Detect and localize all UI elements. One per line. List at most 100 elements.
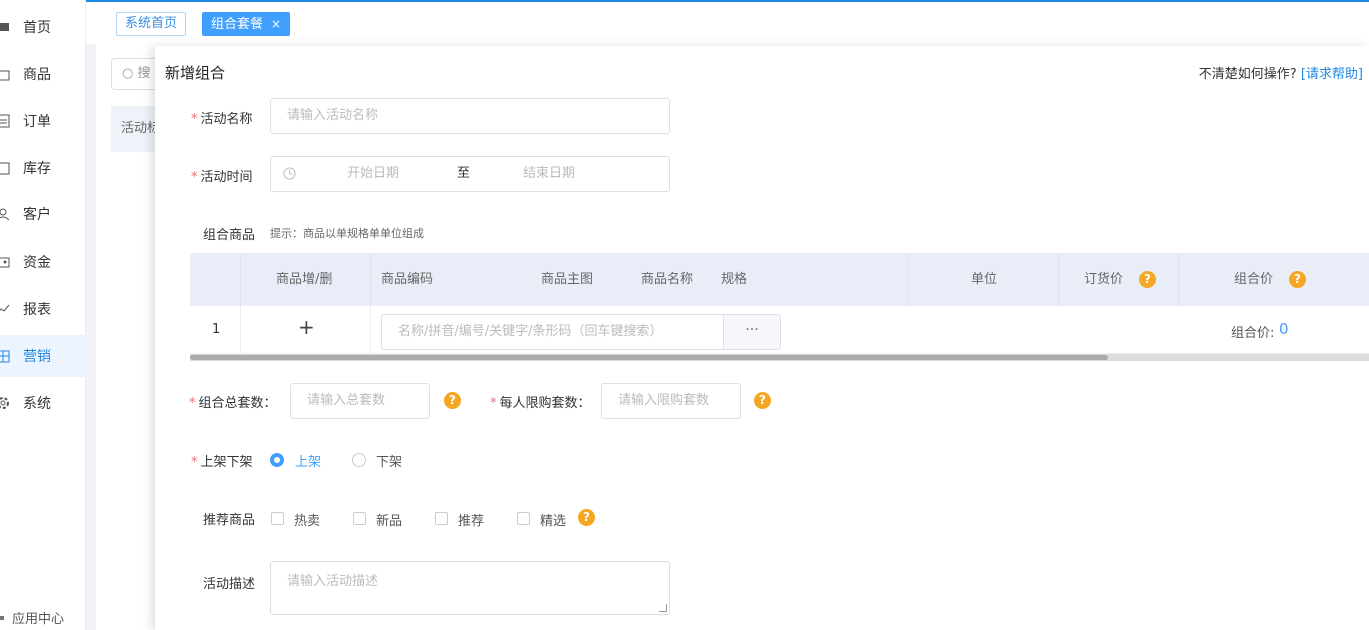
chart-icon xyxy=(0,304,10,312)
header-unit: 单位 xyxy=(971,272,998,287)
shelf-on-label[interactable]: 上架 xyxy=(295,451,321,470)
home-icon xyxy=(0,23,9,31)
end-date-placeholder[interactable]: 结束日期 xyxy=(523,157,575,191)
sidebar-item-home[interactable]: 首页 xyxy=(0,6,86,48)
help-icon[interactable]: ? xyxy=(754,392,771,409)
column-divider xyxy=(1058,253,1059,306)
combo-price-value: 0 xyxy=(1279,320,1289,338)
app-center-label: 应用中心 xyxy=(12,612,65,627)
label-text: 组合总套数： xyxy=(198,396,277,411)
bag-icon xyxy=(0,70,10,81)
sidebar-item-goods[interactable]: 商品 xyxy=(0,53,86,95)
shelf-on-radio[interactable] xyxy=(270,453,284,467)
column-divider xyxy=(240,253,241,306)
column-divider xyxy=(1178,253,1179,306)
required-mark: * xyxy=(490,396,497,411)
help-text: 不清楚如何操作? [请求帮助] xyxy=(1199,63,1363,82)
required-mark: * xyxy=(191,112,198,127)
header-combo-price: 组合价 xyxy=(1234,272,1274,287)
combo-goods-table: 商品增/删 商品编码 商品主图 商品名称 规格 单位 订货价 ? 组合价 ? 1… xyxy=(190,253,1369,361)
shelf-off-radio[interactable] xyxy=(352,453,366,467)
shelf-status-label: * 上架下架 xyxy=(191,451,253,470)
tab-home[interactable]: 系统首页 xyxy=(116,12,187,36)
product-search-input[interactable]: 名称/拼音/编号/关键字/条形码（回车键搜索） xyxy=(381,314,724,350)
description-textarea[interactable]: 请输入活动描述 xyxy=(270,561,670,615)
shelf-off-label[interactable]: 下架 xyxy=(376,451,402,470)
tab-bar: 系统首页 组合套餐 × xyxy=(86,0,1369,44)
help-question: 不清楚如何操作? xyxy=(1198,67,1297,82)
label-text: 每人限购套数： xyxy=(499,396,591,411)
required-mark: * xyxy=(191,170,198,185)
total-sets-label: * 组合总套数： xyxy=(189,392,277,411)
tab-label: 组合套餐 xyxy=(211,17,264,32)
sidebar-item-label: 营销 xyxy=(23,349,51,365)
resize-handle-icon[interactable] xyxy=(659,604,667,612)
activity-time-label: * 活动时间 xyxy=(191,166,253,185)
marketing-icon xyxy=(0,350,10,363)
label-text: 活动时间 xyxy=(200,170,253,185)
row-index: 1 xyxy=(212,322,221,337)
hot-sale-label[interactable]: 热卖 xyxy=(294,510,320,529)
sidebar: 首页 商品 订单 库存 客户 资金 报表 营销 系统 应用中心 xyxy=(0,0,86,630)
order-icon xyxy=(0,114,10,128)
recommend-option-label[interactable]: 推荐 xyxy=(458,510,484,529)
new-product-checkbox[interactable] xyxy=(353,512,366,525)
warehouse-icon xyxy=(0,162,10,175)
start-date-placeholder[interactable]: 开始日期 xyxy=(347,157,399,191)
header-spec: 规格 xyxy=(721,272,748,287)
wallet-icon xyxy=(0,257,10,268)
drawer-title: 新增组合 xyxy=(165,64,226,82)
activity-time-range-picker[interactable]: 开始日期 至 结束日期 xyxy=(270,156,670,192)
help-icon[interactable]: ? xyxy=(578,509,595,526)
featured-label[interactable]: 精选 xyxy=(540,510,566,529)
row-divider xyxy=(240,306,241,354)
column-divider xyxy=(908,253,909,306)
required-mark: * xyxy=(191,455,198,470)
gear-icon xyxy=(0,397,9,409)
sidebar-item-customers[interactable]: 客户 xyxy=(0,193,86,235)
header-name: 商品名称 xyxy=(641,272,694,287)
combo-goods-hint: 提示：商品以单规格单单位组成 xyxy=(270,227,424,240)
header-main-image: 商品主图 xyxy=(541,272,594,287)
featured-checkbox[interactable] xyxy=(517,512,530,525)
activity-name-input[interactable]: 请输入活动名称 xyxy=(270,98,670,134)
sidebar-item-funds[interactable]: 资金 xyxy=(0,241,86,283)
header-order-price: 订货价 xyxy=(1084,272,1124,287)
sidebar-item-orders[interactable]: 订单 xyxy=(0,100,86,142)
help-icon[interactable]: ? xyxy=(444,392,461,409)
help-icon[interactable]: ? xyxy=(1139,271,1156,288)
total-sets-input[interactable]: 请输入总套数 xyxy=(290,383,430,419)
table-header: 商品增/删 商品编码 商品主图 商品名称 规格 单位 订货价 ? 组合价 ? xyxy=(190,253,1369,306)
tab-combo-package[interactable]: 组合套餐 × xyxy=(202,12,291,36)
recommend-checkbox[interactable] xyxy=(435,512,448,525)
header-add-remove: 商品增/删 xyxy=(276,272,333,287)
sidebar-item-marketing[interactable]: 营销 xyxy=(0,335,86,377)
sidebar-item-inventory[interactable]: 库存 xyxy=(0,147,86,189)
app-center-link[interactable]: 应用中心 xyxy=(0,608,64,627)
help-icon[interactable]: ? xyxy=(1289,271,1306,288)
clock-icon xyxy=(283,167,296,180)
sidebar-item-label: 报表 xyxy=(23,302,51,318)
range-separator: 至 xyxy=(457,166,471,181)
request-help-link[interactable]: [请求帮助] xyxy=(1301,67,1363,82)
hot-sale-checkbox[interactable] xyxy=(271,512,284,525)
limit-sets-input[interactable]: 请输入限购套数 xyxy=(601,383,741,419)
sidebar-item-system[interactable]: 系统 xyxy=(0,382,86,424)
table-horizontal-scrollbar[interactable] xyxy=(190,354,1369,361)
combo-goods-label: 组合商品 xyxy=(203,228,256,243)
row-divider xyxy=(370,306,371,354)
add-row-button[interactable]: + xyxy=(298,315,315,339)
search-placeholder: 搜 xyxy=(137,66,151,81)
sidebar-item-label: 首页 xyxy=(23,20,51,36)
header-code: 商品编码 xyxy=(381,272,434,287)
scrollbar-thumb[interactable] xyxy=(190,355,1108,360)
sidebar-item-reports[interactable]: 报表 xyxy=(0,288,86,330)
grid-icon xyxy=(0,615,4,620)
recommend-goods-label: 推荐商品 xyxy=(203,513,256,528)
close-icon[interactable]: × xyxy=(271,17,281,31)
activity-name-label: * 活动名称 xyxy=(191,108,253,127)
limit-sets-label: * 每人限购套数： xyxy=(490,392,591,411)
add-combo-drawer: 新增组合 不清楚如何操作? [请求帮助] * 活动名称 请输入活动名称 * 活动时间… xyxy=(155,46,1369,630)
more-button[interactable]: ··· xyxy=(723,314,781,350)
new-product-label[interactable]: 新品 xyxy=(376,510,402,529)
